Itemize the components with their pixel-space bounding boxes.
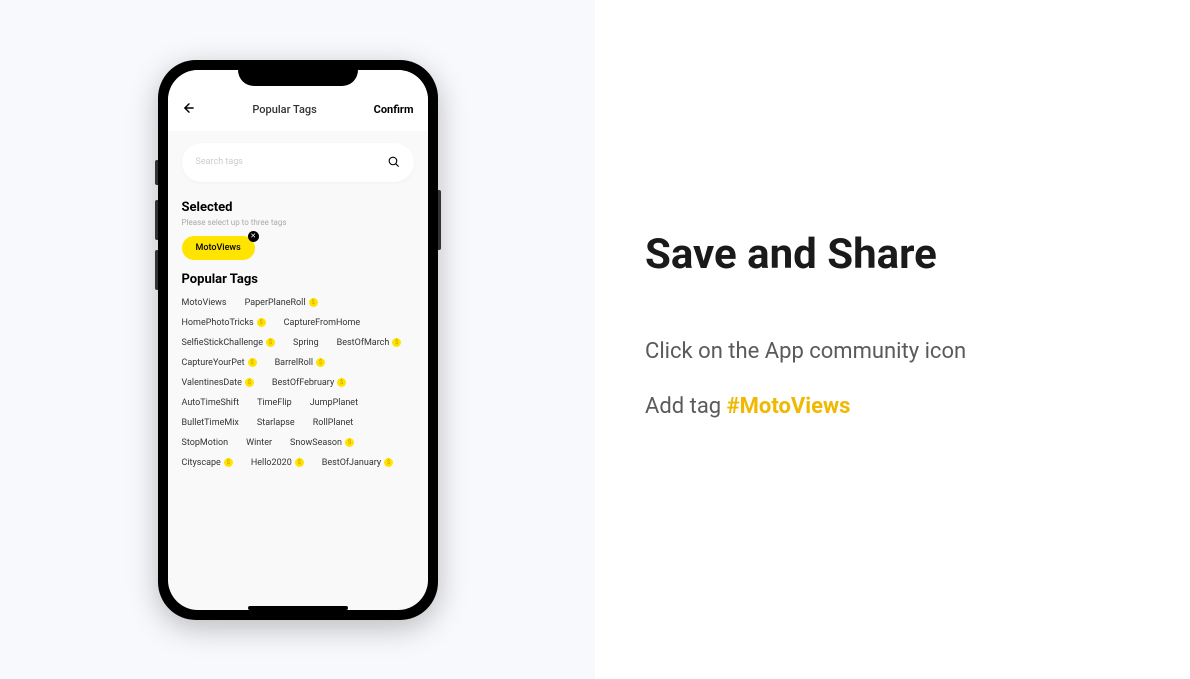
selected-tag-chip[interactable]: MotoViews ✕	[182, 235, 255, 260]
tag-item[interactable]: StopMotion	[182, 438, 229, 448]
tags-grid: MotoViewsPaperPlaneRoll$HomePhotoTricks$…	[168, 290, 428, 468]
prize-icon: $	[224, 458, 233, 467]
confirm-button[interactable]: Confirm	[374, 103, 414, 116]
tag-label: HomePhotoTricks	[182, 318, 254, 328]
search-placeholder: Search tags	[196, 157, 243, 167]
prize-icon: $	[345, 438, 354, 447]
tag-label: Winter	[246, 438, 272, 448]
selected-title: Selected	[182, 200, 414, 215]
right-panel: Save and Share Click on the App communit…	[595, 0, 1190, 679]
tag-item[interactable]: CaptureYourPet$	[182, 358, 257, 368]
side-button	[438, 190, 441, 250]
tag-label: Starlapse	[257, 418, 295, 428]
tag-label: TimeFlip	[257, 398, 292, 408]
tag-item[interactable]: BestOfMarch$	[337, 338, 402, 348]
tag-item[interactable]: JumpPlanet	[310, 398, 358, 408]
tag-item[interactable]: HomePhotoTricks$	[182, 318, 266, 328]
instruction-1: Click on the App community icon	[645, 339, 1140, 364]
tag-item[interactable]: BestOfFebruary$	[272, 378, 346, 388]
tag-item[interactable]: BestOfJanuary$	[322, 458, 393, 468]
page-title: Popular Tags	[252, 103, 316, 116]
tag-label: Cityscape	[182, 458, 221, 468]
tag-label: Spring	[293, 338, 319, 348]
tag-label: ValentinesDate	[182, 378, 242, 388]
side-button	[155, 200, 158, 240]
tag-item[interactable]: ValentinesDate$	[182, 378, 254, 388]
tag-item[interactable]: RollPlanet	[313, 418, 354, 428]
instruction-2-prefix: Add tag	[645, 394, 727, 419]
tag-label: BestOfMarch	[337, 338, 390, 348]
selected-subtitle: Please select up to three tags	[182, 218, 414, 227]
prize-icon: $	[248, 358, 257, 367]
tag-item[interactable]: Hello2020$	[251, 458, 304, 468]
tag-item[interactable]: SelfieStickChallenge$	[182, 338, 275, 348]
tag-item[interactable]: MotoViews	[182, 298, 227, 308]
tag-label: StopMotion	[182, 438, 229, 448]
tag-label: CaptureFromHome	[284, 318, 361, 328]
phone-screen: Popular Tags Confirm Search tags Selecte…	[168, 70, 428, 610]
app-header: Popular Tags Confirm	[168, 70, 428, 131]
tag-label: BestOfFebruary	[272, 378, 334, 388]
prize-icon: $	[245, 378, 254, 387]
prize-icon: $	[257, 318, 266, 327]
popular-section: Popular Tags	[168, 266, 428, 287]
side-button	[155, 250, 158, 290]
side-button	[155, 160, 158, 185]
prize-icon: $	[266, 338, 275, 347]
prize-icon: $	[295, 458, 304, 467]
selected-section: Selected Please select up to three tags …	[168, 194, 428, 266]
tag-label: CaptureYourPet	[182, 358, 245, 368]
tag-item[interactable]: AutoTimeShift	[182, 398, 240, 408]
tag-label: PaperPlaneRoll	[245, 298, 306, 308]
tag-item[interactable]: TimeFlip	[257, 398, 292, 408]
prize-icon: $	[316, 358, 325, 367]
remove-tag-button[interactable]: ✕	[248, 231, 259, 242]
popular-title: Popular Tags	[182, 272, 414, 287]
tag-label: AutoTimeShift	[182, 398, 240, 408]
search-icon	[387, 153, 400, 172]
left-panel: Popular Tags Confirm Search tags Selecte…	[0, 0, 595, 679]
tag-item[interactable]: BarrelRoll$	[275, 358, 326, 368]
close-icon: ✕	[250, 233, 256, 240]
tag-label: RollPlanet	[313, 418, 354, 428]
instruction-2-highlight: #MotoViews	[727, 394, 851, 419]
tag-label: MotoViews	[182, 298, 227, 308]
tag-item[interactable]: BulletTimeMix	[182, 418, 239, 428]
back-button[interactable]	[182, 100, 196, 119]
tag-item[interactable]: Winter	[246, 438, 272, 448]
tag-label: BestOfJanuary	[322, 458, 381, 468]
tag-label: JumpPlanet	[310, 398, 358, 408]
instruction-2: Add tag #MotoViews	[645, 394, 1140, 419]
tag-label: SelfieStickChallenge	[182, 338, 263, 348]
search-input[interactable]: Search tags	[182, 143, 414, 182]
tag-item[interactable]: Cityscape$	[182, 458, 233, 468]
tag-label: BulletTimeMix	[182, 418, 239, 428]
tag-item[interactable]: PaperPlaneRoll$	[245, 298, 318, 308]
phone-frame: Popular Tags Confirm Search tags Selecte…	[158, 60, 438, 620]
selected-tag-label: MotoViews	[182, 236, 255, 260]
heading: Save and Share	[645, 230, 1140, 279]
prize-icon: $	[309, 298, 318, 307]
tag-item[interactable]: CaptureFromHome	[284, 318, 361, 328]
tag-item[interactable]: Starlapse	[257, 418, 295, 428]
prize-icon: $	[337, 378, 346, 387]
tag-item[interactable]: Spring	[293, 338, 319, 348]
prize-icon: $	[384, 458, 393, 467]
arrow-left-icon	[182, 101, 196, 115]
tag-label: SnowSeason	[290, 438, 342, 448]
tag-label: BarrelRoll	[275, 358, 314, 368]
tag-item[interactable]: SnowSeason$	[290, 438, 354, 448]
tag-label: Hello2020	[251, 458, 292, 468]
prize-icon: $	[392, 338, 401, 347]
